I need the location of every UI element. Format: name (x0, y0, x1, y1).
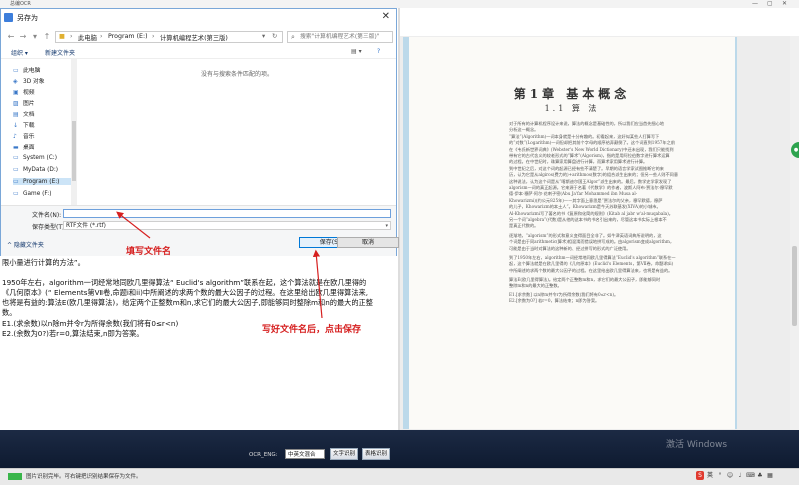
toolbox-icon[interactable]: ▦ (766, 471, 774, 480)
progress-indicator (8, 473, 22, 480)
emoji-icon[interactable]: ☺ (726, 471, 734, 480)
microphone-icon[interactable]: ♩ (736, 471, 744, 480)
status-message: 图片识别完毕。可右键把识别结果保存为文件。 (26, 474, 142, 480)
activate-windows-watermark: 激活 Windows (666, 440, 728, 450)
arrow-to-save (312, 249, 323, 319)
table-recognize-button[interactable]: 表格识别 (362, 448, 390, 460)
text-recognize-button[interactable]: 文字识别 (330, 448, 358, 460)
status-bar: 图片识别完毕。可右键把识别结果保存为文件。 S 英 ° ☺ ♩ ⌨ ♣ ▦ (0, 468, 799, 485)
annotation-arrows (116, 211, 323, 319)
engine-select[interactable]: 中英文混合 (285, 449, 325, 459)
keyboard-icon[interactable]: ⌨ (746, 471, 755, 480)
ime-language[interactable]: 英 (706, 471, 714, 480)
ime-logo-icon[interactable]: S (696, 471, 704, 480)
annotation-fill-filename: 填写文件名 (126, 247, 172, 257)
engine-label: OCR_ENG: (249, 452, 278, 458)
annotation-click-save: 写好文件名后，点击保存 (262, 325, 362, 335)
skin-icon[interactable]: ♣ (756, 471, 764, 480)
arrow-to-filename (116, 211, 151, 239)
punctuation-icon[interactable]: ° (716, 471, 724, 480)
system-tray: S 英 ° ☺ ♩ ⌨ ♣ ▦ (696, 471, 774, 482)
